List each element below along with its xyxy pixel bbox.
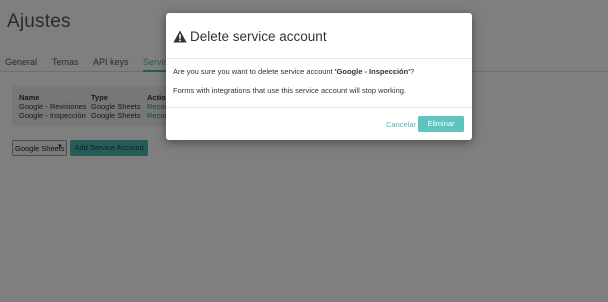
cancel-button[interactable]: Cancelar xyxy=(386,120,416,129)
confirmation-question: Are you sure you want to delete service … xyxy=(173,67,414,76)
delete-service-account-dialog: Delete service account Are you sure you … xyxy=(166,13,472,140)
question-suffix: ? xyxy=(410,67,415,76)
question-prefix: Are you sure you want to delete service … xyxy=(173,67,335,76)
warning-triangle-icon xyxy=(173,30,187,43)
warning-note: Forms with integrations that use this se… xyxy=(173,86,407,95)
account-name: 'Google - Inspección' xyxy=(334,67,411,76)
dialog-footer: Cancelar Eliminar xyxy=(166,107,472,141)
dialog-title: Delete service account xyxy=(190,29,327,44)
confirm-delete-button[interactable]: Eliminar xyxy=(418,116,464,132)
dialog-header: Delete service account xyxy=(166,13,472,59)
